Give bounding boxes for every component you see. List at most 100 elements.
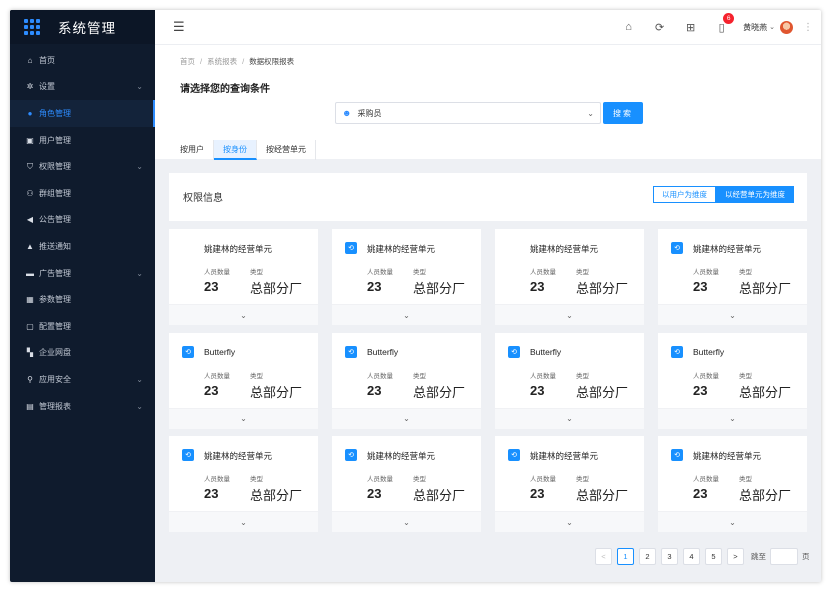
unit-card[interactable]: ⟲ Butterfly 人员数量 类型 23 总部分厂 ⌄ xyxy=(332,332,481,429)
avatar[interactable] xyxy=(780,20,793,34)
breadcrumb-item[interactable]: 系统报表 xyxy=(207,57,237,66)
refresh-icon[interactable]: ⟳ xyxy=(644,21,675,34)
unit-card[interactable]: 姚建林的经营单元 人员数量 类型 23 总部分厂 ⌄ xyxy=(169,229,318,325)
home-icon[interactable]: ⌂ xyxy=(613,21,644,33)
sidebar-item[interactable]: ▤ 管理报表 ⌄ xyxy=(10,393,155,420)
search-button[interactable]: 搜索 xyxy=(603,102,643,124)
dimension-toggle-button[interactable]: 以经营单元为维度 xyxy=(716,186,794,203)
app-title: 系统管理 xyxy=(58,21,116,36)
header-actions: ⌂ ⟳ ⊞ ▯ 6 黄晓燕 ⌄ ⋮ xyxy=(613,10,813,44)
card-title: Butterfly xyxy=(530,346,562,357)
role-select[interactable]: ☻ 采购员 ⌄ xyxy=(335,102,601,124)
tab-item[interactable]: 按身份 xyxy=(214,140,257,160)
sidebar-item[interactable]: ▚ 企业网盘 xyxy=(10,340,155,367)
next-page-button[interactable]: > xyxy=(727,548,744,565)
card-body: ⟲ 姚建林的经营单元 人员数量 类型 23 总部分厂 xyxy=(332,229,481,304)
expand-chevron-icon[interactable]: ⌄ xyxy=(332,407,481,429)
page-button[interactable]: 1 xyxy=(617,548,634,565)
unit-card[interactable]: ⟲ 姚建林的经营单元 人员数量 类型 23 总部分厂 ⌄ xyxy=(658,229,807,325)
app-window: 系统管理 ⌂ 首页 ✲ 设置 ⌄ ● 角色管理 ▣ 用户管理 ⛉ 权限管理 ⌄ ⚇ 群组管理 ◀ 公告管理 ▲ 推… xyxy=(10,10,821,582)
sidebar-item[interactable]: ▲ 推送通知 xyxy=(10,233,155,260)
dimension-toggle-button[interactable]: 以用户为维度 xyxy=(653,186,716,203)
sidebar-item-label: 用户管理 xyxy=(39,135,71,145)
sidebar: 系统管理 ⌂ 首页 ✲ 设置 ⌄ ● 角色管理 ▣ 用户管理 ⛉ 权限管理 ⌄ ⚇ 群组管理 ◀ 公告管理 ▲ 推… xyxy=(10,10,155,582)
sidebar-item-label: 广告管理 xyxy=(39,268,71,278)
page-jump-input[interactable] xyxy=(770,548,798,565)
sidebar-item[interactable]: ⚇ 群组管理 xyxy=(10,180,155,207)
expand-chevron-icon[interactable]: ⌄ xyxy=(658,304,807,325)
grid-icon[interactable]: ⊞ xyxy=(675,21,706,34)
chevron-down-icon: ⌄ xyxy=(136,82,143,92)
sidebar-item[interactable]: ⚲ 应用安全 ⌄ xyxy=(10,366,155,393)
unit-card[interactable]: ⟲ 姚建林的经营单元 人员数量 类型 23 总部分厂 ⌄ xyxy=(332,436,481,532)
unit-icon: ⟲ xyxy=(182,449,194,461)
card-type-label: 类型 xyxy=(250,476,263,483)
permission-header: 权限信息 以用户为维度 以经营单元为维度 xyxy=(169,173,807,221)
breadcrumb-current: 数据权限报表 xyxy=(249,57,295,66)
more-vertical-icon[interactable]: ⋮ xyxy=(803,22,813,33)
unit-card[interactable]: ⟲ 姚建林的经营单元 人员数量 类型 23 总部分厂 ⌄ xyxy=(169,436,318,532)
expand-chevron-icon[interactable]: ⌄ xyxy=(332,304,481,325)
card-type-label: 类型 xyxy=(413,476,426,483)
card-type-label: 类型 xyxy=(413,269,426,276)
card-body: ⟲ Butterfly 人员数量 类型 23 总部分厂 xyxy=(332,333,481,408)
unit-card[interactable]: ⟲ Butterfly 人员数量 类型 23 总部分厂 ⌄ xyxy=(658,332,807,429)
card-type-value: 总部分厂 xyxy=(413,384,466,400)
prev-page-button[interactable]: < xyxy=(595,548,612,565)
user-icon: ☻ xyxy=(342,108,352,118)
unit-icon: ⟲ xyxy=(345,242,357,254)
tab-item[interactable]: 按经营单元 xyxy=(257,140,316,160)
card-title: 姚建林的经营单元 xyxy=(530,244,599,254)
page-button[interactable]: 3 xyxy=(661,548,678,565)
sidebar-item[interactable]: ⌂ 首页 xyxy=(10,47,155,74)
unit-card[interactable]: ⟲ 姚建林的经营单元 人员数量 类型 23 总部分厂 ⌄ xyxy=(332,229,481,325)
sidebar-item[interactable]: ● 角色管理 xyxy=(10,100,155,127)
sidebar-item[interactable]: ▢ 配置管理 xyxy=(10,313,155,340)
card-type-value: 总部分厂 xyxy=(413,281,466,296)
unit-card[interactable]: ⟲ Butterfly 人员数量 类型 23 总部分厂 ⌄ xyxy=(495,332,644,429)
card-count-label: 人员数量 xyxy=(693,476,719,483)
card-count-value: 23 xyxy=(693,486,708,501)
card-count-value: 23 xyxy=(204,382,219,398)
sidebar-item-label: 管理报表 xyxy=(39,401,71,411)
card-type-value: 总部分厂 xyxy=(250,281,303,296)
page-button[interactable]: 4 xyxy=(683,548,700,565)
sidebar-item-label: 权限管理 xyxy=(39,162,71,172)
card-title: Butterfly xyxy=(693,346,725,357)
card-count-value: 23 xyxy=(693,279,708,294)
expand-chevron-icon[interactable]: ⌄ xyxy=(169,407,318,429)
chevron-down-icon: ⌄ xyxy=(136,374,143,384)
expand-chevron-icon[interactable]: ⌄ xyxy=(169,511,318,532)
apps-grid-icon[interactable] xyxy=(24,19,40,35)
notification-bell-icon[interactable]: ▯ 6 xyxy=(706,12,737,34)
expand-chevron-icon[interactable]: ⌄ xyxy=(495,407,644,429)
card-type-label: 类型 xyxy=(250,372,263,380)
expand-chevron-icon[interactable]: ⌄ xyxy=(495,511,644,532)
expand-chevron-icon[interactable]: ⌄ xyxy=(658,407,807,429)
unit-card[interactable]: 姚建林的经营单元 人员数量 类型 23 总部分厂 ⌄ xyxy=(495,229,644,325)
tab-item[interactable]: 按用户 xyxy=(171,140,214,160)
sidebar-item[interactable]: ◀ 公告管理 xyxy=(10,207,155,234)
menu-toggle-icon[interactable]: ☰ xyxy=(173,19,185,35)
breadcrumb-item[interactable]: 首页 xyxy=(180,57,195,66)
expand-chevron-icon[interactable]: ⌄ xyxy=(332,511,481,532)
card-body: ⟲ Butterfly 人员数量 类型 23 总部分厂 xyxy=(169,333,318,408)
user-name[interactable]: 黄晓燕 xyxy=(743,22,767,33)
sidebar-item[interactable]: ▦ 参数管理 xyxy=(10,286,155,313)
expand-chevron-icon[interactable]: ⌄ xyxy=(495,304,644,325)
unit-card[interactable]: ⟲ 姚建林的经营单元 人员数量 类型 23 总部分厂 ⌄ xyxy=(495,436,644,532)
page-button[interactable]: 5 xyxy=(705,548,722,565)
expand-chevron-icon[interactable]: ⌄ xyxy=(658,511,807,532)
sidebar-item-label: 设置 xyxy=(39,82,55,92)
sidebar-item[interactable]: ⛉ 权限管理 ⌄ xyxy=(10,153,155,180)
sidebar-item[interactable]: ▬ 广告管理 ⌄ xyxy=(10,260,155,287)
card-type-value: 总部分厂 xyxy=(250,384,303,400)
config-icon: ▢ xyxy=(26,321,34,331)
unit-card[interactable]: ⟲ 姚建林的经营单元 人员数量 类型 23 总部分厂 ⌄ xyxy=(658,436,807,532)
sidebar-item[interactable]: ✲ 设置 ⌄ xyxy=(10,74,155,101)
chevron-down-icon[interactable]: ⌄ xyxy=(769,23,775,31)
page-button[interactable]: 2 xyxy=(639,548,656,565)
expand-chevron-icon[interactable]: ⌄ xyxy=(169,304,318,325)
unit-card[interactable]: ⟲ Butterfly 人员数量 类型 23 总部分厂 ⌄ xyxy=(169,332,318,429)
sidebar-item[interactable]: ▣ 用户管理 xyxy=(10,127,155,154)
